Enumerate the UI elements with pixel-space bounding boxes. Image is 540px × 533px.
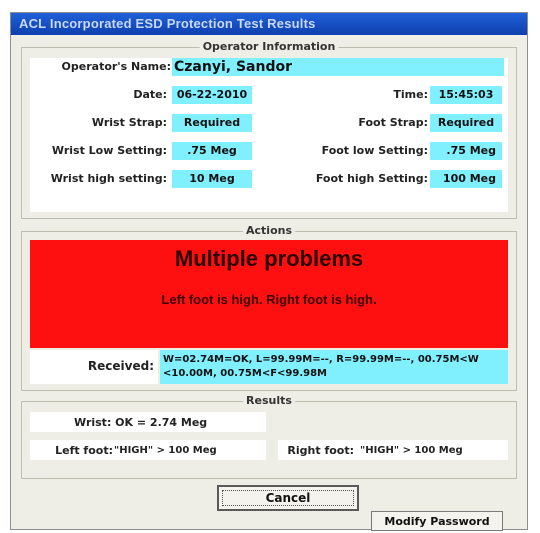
actions-group: Actions Multiple problems Left foot is h…: [21, 224, 517, 391]
operator-name-field[interactable]: Czanyi, Sandor: [172, 58, 504, 76]
modify-password-button-label: Modify Password: [384, 515, 490, 528]
actions-label: Actions: [243, 224, 295, 237]
operator-information-panel: Operator's Name: Czanyi, Sandor Date: 06…: [30, 58, 508, 212]
operator-information-group: Operator Information Operator's Name: Cz…: [21, 40, 517, 219]
left-foot-value: "HIGH" > 100 Meg: [114, 445, 217, 456]
alert-banner: Multiple problems Left foot is high. Rig…: [30, 240, 508, 348]
wrist-high-setting-field[interactable]: 10 Meg: [172, 170, 252, 188]
received-label-box: Received:: [30, 350, 158, 384]
alert-detail: Left foot is high. Right foot is high.: [161, 292, 377, 307]
right-foot-label: Right foot:: [287, 444, 354, 457]
received-line-2: <10.00M, 00.75M<F<99.98M: [163, 368, 327, 379]
foot-strap-field[interactable]: Required: [430, 114, 502, 132]
alert-headline: Multiple problems: [174, 246, 364, 271]
foot-strap-label: Foot Strap:: [358, 116, 428, 129]
wrist-low-setting-label: Wrist Low Setting:: [51, 144, 167, 157]
received-field[interactable]: W=02.74M=OK, L=99.99M=--, R=99.99M=--, 0…: [160, 350, 508, 384]
date-label: Date:: [133, 88, 167, 101]
wrist-strap-field[interactable]: Required: [172, 114, 252, 132]
wrist-high-setting-label: Wrist high setting:: [50, 172, 167, 185]
cancel-button-label: Cancel: [265, 491, 311, 505]
results-group: Results Wrist: OK = 2.74 Meg Left foot: …: [21, 394, 517, 479]
left-foot-result-box: Left foot: "HIGH" > 100 Meg: [30, 440, 266, 460]
results-window: ACL Incorporated ESD Protection Test Res…: [10, 12, 528, 531]
received-label: Received:: [87, 359, 154, 373]
received-line-1: W=02.74M=OK, L=99.99M=--, R=99.99M=--, 0…: [163, 354, 479, 365]
foot-low-setting-label: Foot low Setting:: [321, 144, 428, 157]
foot-high-setting-field[interactable]: 100 Meg: [430, 170, 502, 188]
foot-high-setting-label: Foot high Setting:: [315, 172, 428, 185]
window-title: ACL Incorporated ESD Protection Test Res…: [11, 13, 527, 35]
foot-low-setting-field[interactable]: .75 Meg: [430, 142, 502, 160]
left-foot-label: Left foot:: [55, 444, 113, 457]
wrist-strap-label: Wrist Strap:: [91, 116, 167, 129]
wrist-low-setting-field[interactable]: .75 Meg: [172, 142, 252, 160]
wrist-result-box: Wrist: OK = 2.74 Meg: [30, 412, 266, 432]
right-foot-value: "HIGH" > 100 Meg: [360, 445, 463, 456]
date-field[interactable]: 06-22-2010: [172, 86, 252, 104]
time-field[interactable]: 15:45:03: [430, 86, 502, 104]
right-foot-result-box: Right foot: "HIGH" > 100 Meg: [278, 440, 508, 460]
time-label: Time:: [393, 88, 428, 101]
modify-password-button[interactable]: Modify Password: [371, 511, 503, 531]
results-label: Results: [243, 394, 295, 407]
cancel-button[interactable]: Cancel: [217, 485, 359, 511]
operator-name-label: Operator's Name:: [61, 60, 171, 73]
operator-information-label: Operator Information: [199, 40, 339, 53]
wrist-result-text: Wrist: OK = 2.74 Meg: [74, 416, 208, 429]
